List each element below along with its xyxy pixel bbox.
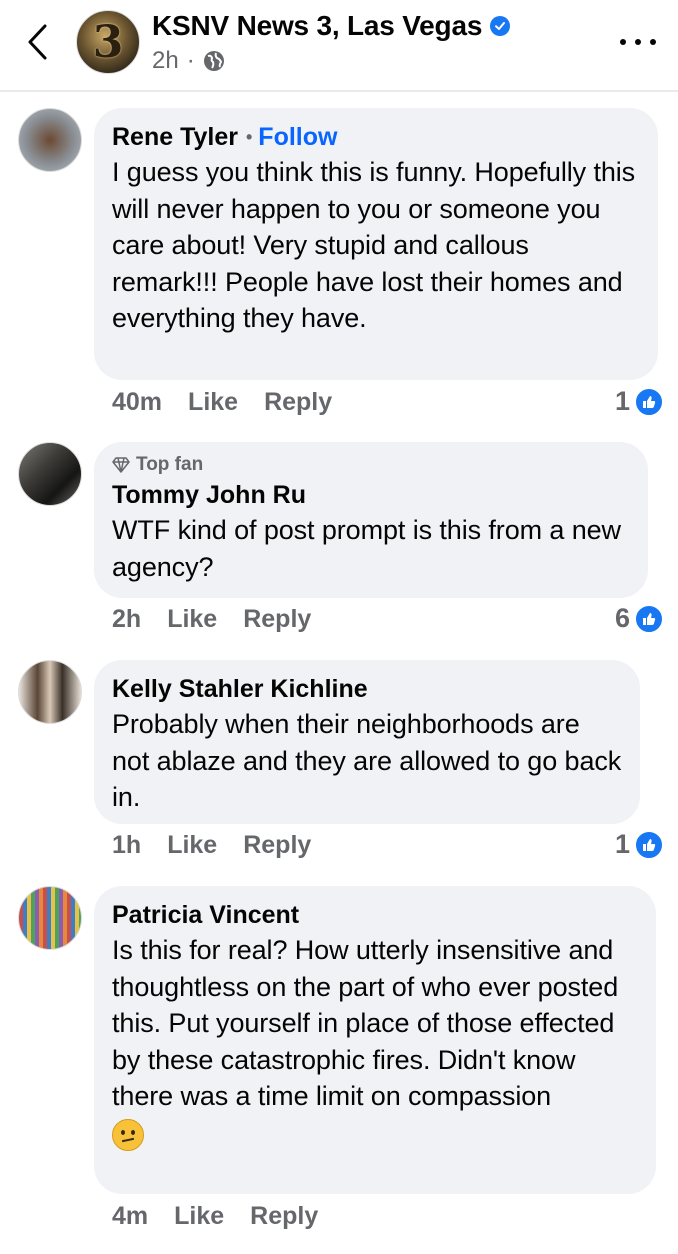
thumbs-up-icon [634, 386, 664, 417]
reply-button[interactable]: Reply [250, 1202, 318, 1231]
comment-actions: 1h Like Reply [112, 831, 311, 860]
page-avatar-logo: 3 [92, 16, 124, 68]
comment-time[interactable]: 1h [112, 831, 141, 860]
post-meta: 2h · [152, 47, 225, 75]
comment-bubble[interactable]: Top fan Tommy John Ru WTF kind of post p… [94, 442, 648, 598]
follow-button[interactable]: Follow [258, 120, 337, 154]
comment-actions: 40m Like Reply [112, 388, 332, 417]
more-dot-icon [620, 39, 626, 45]
page-avatar[interactable]: 3 [76, 10, 140, 74]
reaction-count: 1 [614, 829, 630, 859]
comment-author-line: Patricia Vincent [112, 898, 638, 932]
reaction-summary[interactable]: 6 [615, 603, 664, 634]
globe-icon [203, 51, 224, 71]
chevron-left-icon [28, 24, 47, 60]
comment-author-line: Rene Tyler • Follow [112, 120, 640, 154]
meta-separator: · [186, 47, 195, 74]
comment-emoji-row [112, 1118, 638, 1151]
comment-author-line: Kelly Stahler Kichline [112, 672, 622, 706]
comment-author[interactable]: Patricia Vincent [112, 898, 299, 932]
page-name-row[interactable]: KSNV News 3, Las Vegas [152, 10, 511, 42]
comment-text: WTF kind of post prompt is this from a n… [112, 515, 621, 582]
reply-button[interactable]: Reply [243, 831, 311, 860]
like-button[interactable]: Like [167, 605, 217, 634]
comment-actions: 4m Like Reply [112, 1202, 318, 1231]
post-time[interactable]: 2h [152, 47, 179, 75]
comment-author[interactable]: Kelly Stahler Kichline [112, 672, 368, 706]
like-button[interactable]: Like [174, 1202, 224, 1231]
author-separator: • [245, 127, 253, 147]
comment-bubble[interactable]: Kelly Stahler Kichline Probably when the… [94, 660, 640, 824]
confused-face-icon [112, 1118, 144, 1151]
top-fan-badge: Top fan [112, 452, 630, 478]
reaction-summary[interactable]: 1 [615, 829, 664, 860]
commenter-avatar[interactable] [18, 886, 82, 950]
reaction-count: 1 [614, 386, 630, 416]
comment-text: Is this for real? How utterly insensitiv… [112, 935, 619, 1111]
thumbs-up-icon [634, 603, 664, 634]
like-button[interactable]: Like [188, 388, 238, 417]
top-fan-label: Top fan [136, 454, 204, 475]
commenter-avatar[interactable] [18, 660, 82, 724]
comment-text: I guess you think this is funny. Hopeful… [112, 157, 636, 333]
comment-author[interactable]: Rene Tyler [112, 120, 238, 154]
comment-time[interactable]: 4m [112, 1202, 148, 1231]
commenter-avatar[interactable] [18, 108, 82, 172]
comment-bubble[interactable]: Patricia Vincent Is this for real? How u… [94, 886, 656, 1194]
comment-time[interactable]: 40m [112, 388, 162, 417]
comment-text: Probably when their neighborhoods are no… [112, 709, 622, 812]
more-options-button[interactable] [620, 30, 656, 54]
more-dot-icon [635, 39, 641, 45]
comment-actions: 2h Like Reply [112, 605, 311, 634]
post-header: 3 KSNV News 3, Las Vegas 2h · [0, 0, 678, 92]
page-name[interactable]: KSNV News 3, Las Vegas [152, 10, 482, 42]
diamond-icon [112, 457, 130, 473]
reply-button[interactable]: Reply [243, 605, 311, 634]
comment-time[interactable]: 2h [112, 605, 141, 634]
reaction-count: 6 [614, 603, 630, 633]
reply-button[interactable]: Reply [264, 388, 332, 417]
commenter-avatar[interactable] [18, 442, 82, 506]
comment-author-line: Tommy John Ru [112, 478, 630, 512]
reaction-summary[interactable]: 1 [615, 386, 664, 417]
emoji-mouth [121, 1137, 135, 1142]
thumbs-up-icon [634, 829, 664, 860]
back-button[interactable] [20, 18, 54, 66]
verified-badge-icon [490, 16, 511, 36]
comment-author[interactable]: Tommy John Ru [112, 478, 306, 512]
like-button[interactable]: Like [167, 831, 217, 860]
more-dot-icon [650, 39, 656, 45]
comment-bubble[interactable]: Rene Tyler • Follow I guess you think th… [94, 108, 658, 380]
